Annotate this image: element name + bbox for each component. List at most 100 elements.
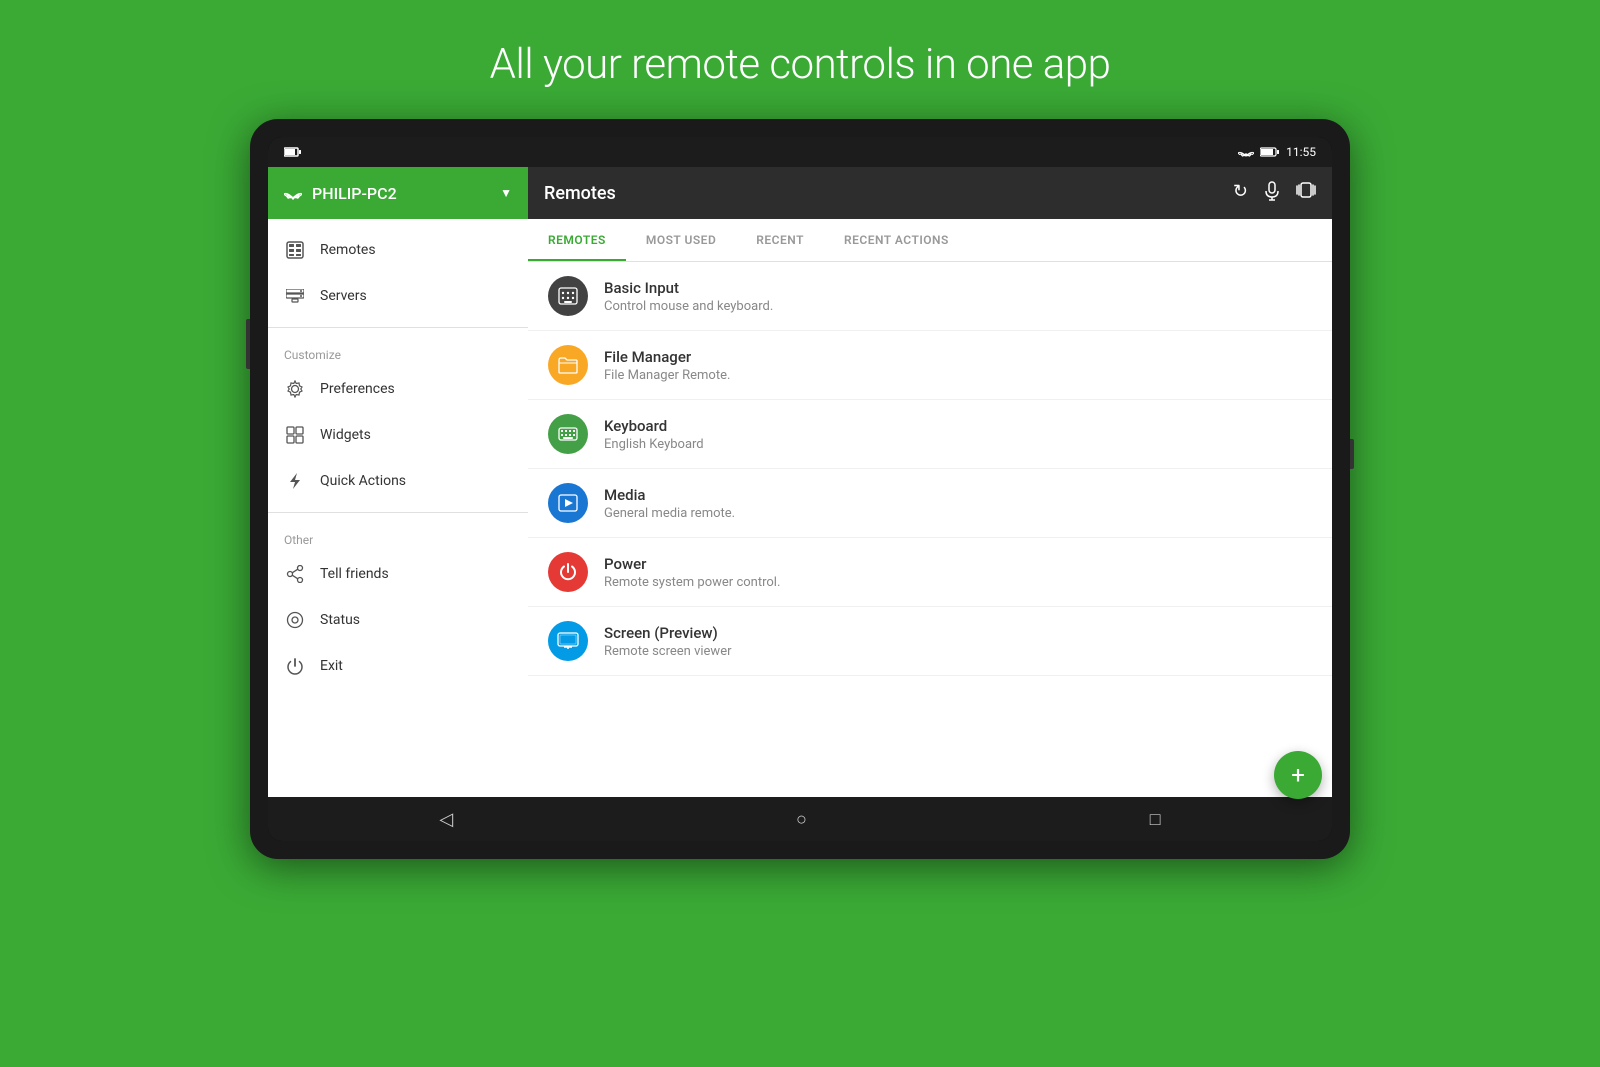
tab-recent[interactable]: RECENT	[736, 219, 824, 261]
remote-item-power[interactable]: Power Remote system power control.	[528, 538, 1332, 607]
tab-remotes[interactable]: REMOTES	[528, 219, 626, 261]
microphone-icon-svg	[1264, 181, 1280, 201]
tab-most-used[interactable]: MOST USED	[626, 219, 736, 261]
volume-button	[246, 319, 250, 369]
drawer-tell-friends-label: Tell friends	[320, 566, 389, 582]
screen-preview-info: Screen (Preview) Remote screen viewer	[604, 624, 1312, 659]
refresh-icon[interactable]: ↻	[1233, 181, 1248, 206]
quick-actions-icon	[284, 470, 306, 492]
drawer-item-status[interactable]: Status	[268, 597, 528, 643]
tablet-screen: 11:55 PHILIP-PC2 ▼	[268, 137, 1332, 841]
wifi-icon	[1238, 146, 1254, 158]
preferences-icon	[284, 378, 306, 400]
power-button	[1350, 439, 1354, 469]
status-time: 11:55	[1286, 145, 1316, 159]
gear-icon	[286, 380, 304, 398]
lightning-icon	[286, 472, 304, 490]
battery-icon	[284, 146, 304, 158]
remotes-icon	[284, 239, 306, 261]
tabs-bar: REMOTES MOST USED RECENT RECENT ACTIONS	[528, 219, 1332, 262]
status-icon	[284, 609, 306, 631]
basic-input-name: Basic Input	[604, 279, 1312, 297]
widgets-icon-svg	[286, 426, 304, 444]
remote-item-keyboard[interactable]: Keyboard English Keyboard	[528, 400, 1332, 469]
drawer-status-label: Status	[320, 612, 360, 628]
screen-preview-name: Screen (Preview)	[604, 624, 1312, 642]
file-manager-desc: File Manager Remote.	[604, 368, 1312, 383]
share-icon-svg	[286, 565, 304, 583]
drawer-expand-icon[interactable]: ▼	[500, 186, 512, 200]
recents-button[interactable]: □	[1150, 809, 1161, 830]
remote-list: Basic Input Control mouse and keyboard.	[528, 262, 1332, 797]
server-icon-svg	[286, 289, 304, 303]
keyboard-icon-small	[558, 287, 578, 305]
drawer-server-name: PHILIP-PC2	[312, 184, 490, 203]
drawer-servers-label: Servers	[320, 288, 367, 304]
vibrate-icon[interactable]	[1296, 181, 1316, 206]
drawer-item-widgets[interactable]: Widgets	[268, 412, 528, 458]
back-button[interactable]: ◁	[439, 809, 453, 830]
power-icon-svg	[286, 657, 304, 675]
basic-input-desc: Control mouse and keyboard.	[604, 299, 1312, 314]
drawer-remotes-label: Remotes	[320, 242, 376, 258]
drawer-item-preferences[interactable]: Preferences	[268, 366, 528, 412]
hero-title: All your remote controls in one app	[490, 40, 1111, 89]
status-bar: 11:55	[268, 137, 1332, 167]
power-info: Power Remote system power control.	[604, 555, 1312, 590]
media-desc: General media remote.	[604, 506, 1312, 521]
remote-item-basic-input[interactable]: Basic Input Control mouse and keyboard.	[528, 262, 1332, 331]
remote-item-media[interactable]: Media General media remote.	[528, 469, 1332, 538]
remote-item-file-manager[interactable]: File Manager File Manager Remote.	[528, 331, 1332, 400]
home-button[interactable]: ○	[796, 809, 807, 830]
media-icon	[548, 483, 588, 523]
drawer-item-remotes[interactable]: Remotes	[268, 227, 528, 273]
vibrate-icon-svg	[1296, 181, 1316, 199]
drawer-divider-1	[268, 327, 528, 328]
other-section-label: Other	[268, 521, 528, 551]
screen-preview-icon	[548, 621, 588, 661]
remote-item-screen-preview[interactable]: Screen (Preview) Remote screen viewer	[528, 607, 1332, 676]
power-icon-svg2	[558, 562, 578, 582]
media-info: Media General media remote.	[604, 486, 1312, 521]
navigation-bar: ◁ ○ □	[268, 797, 1332, 841]
app-area: PHILIP-PC2 ▼	[268, 167, 1332, 797]
drawer-item-tell-friends[interactable]: Tell friends	[268, 551, 528, 597]
drawer-widgets-label: Widgets	[320, 427, 371, 443]
tab-recent-actions[interactable]: RECENT ACTIONS	[824, 219, 969, 261]
power-desc: Remote system power control.	[604, 575, 1312, 590]
drawer-item-servers[interactable]: Servers	[268, 273, 528, 319]
power-icon	[548, 552, 588, 592]
battery-status-icon	[1260, 146, 1280, 158]
drawer-item-quick-actions[interactable]: Quick Actions	[268, 458, 528, 504]
remote-icon-svg	[286, 241, 304, 259]
file-manager-icon	[548, 345, 588, 385]
drawer-preferences-label: Preferences	[320, 381, 395, 397]
folder-icon-svg	[558, 356, 578, 374]
keyboard-icon2	[558, 427, 578, 441]
keyboard-info: Keyboard English Keyboard	[604, 417, 1312, 452]
media-icon-svg	[558, 494, 578, 512]
tablet-device: 11:55 PHILIP-PC2 ▼	[250, 119, 1350, 859]
basic-input-icon	[548, 276, 588, 316]
share-icon	[284, 563, 306, 585]
toolbar-title: Remotes	[544, 183, 1233, 204]
drawer-item-exit[interactable]: Exit	[268, 643, 528, 689]
file-manager-info: File Manager File Manager Remote.	[604, 348, 1312, 383]
customize-section-label: Customize	[268, 336, 528, 366]
drawer-quick-actions-label: Quick Actions	[320, 473, 406, 489]
screen-icon-svg	[557, 632, 579, 650]
keyboard-icon	[548, 414, 588, 454]
drawer-header[interactable]: PHILIP-PC2 ▼	[268, 167, 528, 219]
servers-icon	[284, 285, 306, 307]
add-remote-fab[interactable]: +	[1274, 751, 1322, 797]
main-content: Remotes ↻	[528, 167, 1332, 797]
status-left	[284, 146, 304, 158]
mic-icon[interactable]	[1264, 181, 1280, 206]
drawer-wifi-icon	[284, 186, 302, 200]
basic-input-info: Basic Input Control mouse and keyboard.	[604, 279, 1312, 314]
drawer-exit-label: Exit	[320, 658, 343, 674]
toolbar-actions: ↻	[1233, 181, 1316, 206]
screen-preview-desc: Remote screen viewer	[604, 644, 1312, 659]
drawer-body: Remotes	[268, 219, 528, 797]
widgets-icon	[284, 424, 306, 446]
